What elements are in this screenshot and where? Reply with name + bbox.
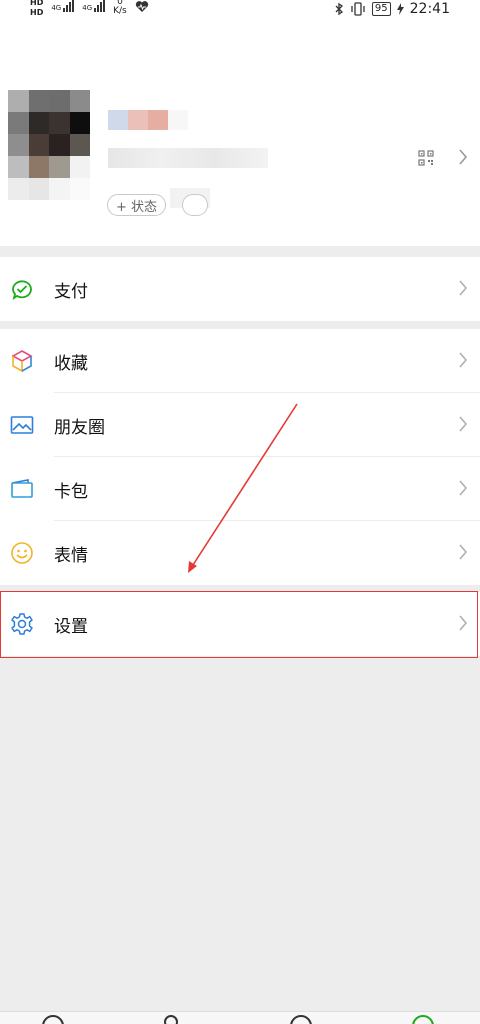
smiley-icon: [11, 542, 33, 564]
favorites-cube-icon: [11, 350, 33, 373]
features-group: 收藏 朋友圈 卡包 表情: [0, 329, 480, 585]
gear-icon: [11, 613, 33, 635]
hd-top: HD: [30, 0, 44, 7]
menu-label-settings: 设置: [54, 616, 88, 637]
add-status-label: + 状态: [116, 199, 158, 215]
menu-label-cards: 卡包: [54, 481, 88, 502]
menu-item-moments[interactable]: 朋友圈: [0, 393, 480, 457]
charging-icon: [396, 3, 404, 15]
profile-header[interactable]: + 状态: [0, 24, 480, 246]
qr-code-icon[interactable]: [418, 150, 434, 166]
chevron-right-icon: [459, 149, 468, 165]
menu-item-cards[interactable]: 卡包: [0, 457, 480, 521]
pay-icon: [12, 280, 32, 301]
menu-item-stickers[interactable]: 表情: [0, 521, 480, 585]
bottom-tab-bar: [0, 1011, 480, 1024]
add-status-button[interactable]: + 状态: [107, 194, 167, 216]
moments-picture-icon: [10, 416, 34, 434]
wechat-id-blurred: [108, 148, 268, 168]
speed-unit: K/s: [113, 6, 127, 16]
menu-label-favorites: 收藏: [54, 353, 88, 374]
signal-icon: [63, 0, 75, 12]
health-heart-icon: [135, 1, 148, 13]
hd-indicator: HD HD: [30, 0, 43, 18]
status-left: HD HD 4G 4G 0 K/s: [30, 0, 149, 18]
chevron-right-icon: [459, 416, 468, 432]
status-more-button[interactable]: [182, 194, 208, 216]
chevron-right-icon: [459, 615, 468, 631]
menu-item-favorites[interactable]: 收藏: [0, 329, 480, 393]
network-speed: 0 K/s: [113, 0, 127, 16]
chevron-right-icon: [459, 352, 468, 368]
network-type-2: 4G: [82, 4, 93, 12]
hd-bottom: HD: [30, 8, 44, 17]
avatar[interactable]: [8, 90, 90, 200]
menu-label-stickers: 表情: [54, 545, 88, 566]
card-wallet-icon: [11, 479, 33, 498]
menu-label-moments: 朋友圈: [54, 417, 105, 438]
battery-level: 95: [371, 2, 391, 16]
menu-item-pay[interactable]: 支付: [0, 257, 480, 321]
settings-group: 设置: [0, 592, 480, 656]
network-type-1: 4G: [51, 4, 62, 12]
status-right: 95 22:41: [334, 1, 450, 17]
clock: 22:41: [409, 1, 450, 17]
menu-item-settings[interactable]: 设置: [0, 592, 480, 656]
pay-group: 支付: [0, 257, 480, 321]
status-bar: HD HD 4G 4G 0 K/s 95 22:41: [0, 0, 480, 24]
menu-label-pay: 支付: [54, 281, 88, 302]
chevron-right-icon: [459, 480, 468, 496]
vibrate-icon: [351, 2, 365, 16]
bluetooth-icon: [335, 2, 343, 16]
nickname-blurred: [108, 110, 188, 130]
chevron-right-icon: [459, 280, 468, 296]
chevron-right-icon: [459, 544, 468, 560]
signal-icon: [94, 0, 106, 12]
